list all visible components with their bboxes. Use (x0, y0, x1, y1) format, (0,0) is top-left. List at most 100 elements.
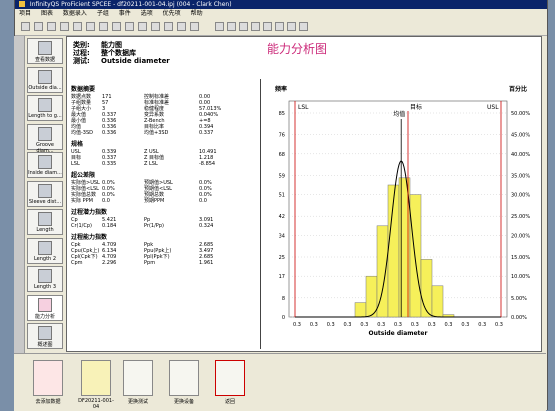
measurement-icon (38, 126, 52, 141)
nav-item-4[interactable]: Inside diam... (27, 152, 63, 178)
histogram-svg: 0 0.00% 8 5.00% 17 10.00% 25 15.00% 34 20.00% 42 25… (275, 85, 530, 337)
stats-section-title: 数据摘要 (71, 86, 96, 93)
menu-subgroup[interactable]: 子组 (97, 10, 109, 17)
measurement-icon (38, 240, 52, 255)
stat-label: 均值+3SD (144, 130, 169, 136)
toolbar-paste-icon[interactable] (99, 22, 108, 31)
x-tick-label: 0.3 (428, 322, 436, 328)
menu-event[interactable]: 事件 (119, 10, 131, 17)
process-value: 整个数据库 (101, 49, 136, 57)
bottom-button-0[interactable]: 去添加数据 (28, 360, 68, 406)
right-tick-label: 25.00% (511, 214, 530, 220)
toolbar-table-icon[interactable] (138, 22, 147, 31)
toolbar-refresh-icon[interactable] (263, 22, 272, 31)
nav-item-1[interactable]: Outside dia... (27, 66, 63, 93)
stat-value: -8.854 (199, 161, 216, 167)
x-tick-label: 0.3 (360, 322, 368, 328)
x-tick-label: 0.3 (394, 322, 402, 328)
menu-options[interactable]: 选项 (141, 10, 153, 17)
histogram-bar (354, 302, 367, 318)
bottom-button-2[interactable]: 更换测试 (118, 360, 158, 406)
target-label: 目标 (410, 103, 422, 111)
toolbar-cut-icon[interactable] (73, 22, 82, 31)
stat-value: 0.0 (199, 198, 207, 204)
nav-item-10[interactable]: 概述图 (27, 323, 63, 349)
nav-item-7[interactable]: Length 2 (27, 237, 63, 264)
test-value: Outside diameter (101, 57, 170, 65)
right-tick-label: 10.00% (511, 274, 530, 280)
toolbar-undo-icon[interactable] (112, 22, 121, 31)
nav-item-9[interactable]: 能力分析 (27, 294, 63, 321)
nav-item-label: Outside dia... (28, 84, 62, 91)
nav-item-0[interactable]: 查看数据 (27, 38, 63, 64)
stats-row: Cr(1/Cp) 0.184 Pr(1/Pp) 0.324 (71, 223, 255, 229)
right-tick-label: 20.00% (511, 233, 530, 239)
toolbar-open-icon[interactable] (34, 22, 43, 31)
app-icon (19, 1, 25, 7)
toolbar-zoom-icon[interactable] (177, 22, 186, 31)
toolbar-list-icon[interactable] (227, 22, 236, 31)
bottom-button-label: DF20211-001-04 (78, 398, 114, 410)
lsl-label: LSL (298, 104, 309, 111)
title-bar: InfinityQS ProFicient SPCEE - df20211-00… (15, 0, 547, 9)
bottom-button-label: 更换设备 (173, 399, 194, 405)
stat-value: 0.184 (102, 223, 117, 229)
toolbar-chart-icon[interactable] (125, 22, 134, 31)
x-tick-label: 0.3 (377, 322, 385, 328)
nav-item-6[interactable]: Length (27, 209, 63, 235)
toolbar-exit-icon[interactable] (299, 22, 308, 31)
nav-item-2[interactable]: Length to g... (27, 95, 63, 121)
window-title: InfinityQS ProFicient SPCEE - df20211-00… (29, 1, 232, 8)
stat-label: Cpm (71, 260, 83, 266)
toolbar-copy-icon[interactable] (86, 22, 95, 31)
stat-value: 1.961 (199, 260, 214, 266)
toolbar-help-icon[interactable] (190, 22, 199, 31)
nav-item-label: Inside diam... (28, 170, 62, 176)
stat-value: 0.324 (199, 223, 214, 229)
measurement-icon (38, 98, 52, 112)
menu-help[interactable]: 帮助 (191, 10, 203, 17)
toolbar-info-icon[interactable] (275, 22, 284, 31)
y-tick-label: 17 (279, 274, 285, 280)
right-tick-label: 0.00% (511, 315, 527, 321)
nav-item-8[interactable]: Length 3 (27, 266, 63, 292)
usl-label: USL (487, 104, 499, 111)
bottom-button-1[interactable]: DF20211-001-04 (76, 360, 116, 410)
category-label: 类别: (73, 41, 90, 49)
menu-chart[interactable]: 图表 (41, 10, 53, 17)
change-test-icon (123, 360, 153, 396)
bottom-toolbar: 去添加数据 DF20211-001-04 更换测试 更换设备 返回 (14, 353, 546, 411)
nav-item-label: Length (36, 227, 54, 233)
y-tick-label: 42 (279, 214, 285, 220)
toolbar-sort-icon[interactable] (164, 22, 173, 31)
summary-icon (38, 326, 52, 340)
nav-item-label: 查看数据 (34, 57, 55, 63)
x-tick-label: 0.3 (411, 322, 419, 328)
y-tick-label: 76 (279, 133, 285, 139)
menu-data-entry[interactable]: 数据录入 (63, 10, 87, 17)
y-tick-label: 0 (282, 315, 285, 321)
x-tick-label: 0.3 (327, 322, 335, 328)
view-data-icon (38, 41, 52, 55)
toolbar-export-icon[interactable] (239, 22, 248, 31)
stats-section-title: 过程能力指数 (71, 234, 108, 241)
nav-item-3[interactable]: Groove diam... (27, 123, 63, 154)
toolbar-new-icon[interactable] (21, 22, 30, 31)
menu-project[interactable]: 项目 (19, 10, 31, 17)
toolbar-settings-icon[interactable] (251, 22, 260, 31)
bottom-button-3[interactable]: 更换设备 (164, 360, 204, 406)
menu-priority[interactable]: 优先项 (163, 10, 181, 17)
toolbar-print-icon[interactable] (60, 22, 69, 31)
toolbar-save-icon[interactable] (47, 22, 56, 31)
category-value: 能力图 (101, 41, 122, 49)
bottom-button-4[interactable]: 返回 (210, 360, 250, 406)
toolbar-window-icon[interactable] (287, 22, 296, 31)
y-tick-label: 85 (279, 111, 285, 117)
measurement-icon (38, 69, 52, 84)
toolbar-grid-icon[interactable] (215, 22, 224, 31)
nav-item-label: 能力分析 (34, 313, 55, 320)
stats-section-title: 过程潜力指数 (71, 209, 108, 216)
toolbar-filter-icon[interactable] (151, 22, 160, 31)
right-tick-label: 35.00% (511, 173, 530, 179)
nav-item-5[interactable]: Sleeve dist... (27, 180, 63, 207)
